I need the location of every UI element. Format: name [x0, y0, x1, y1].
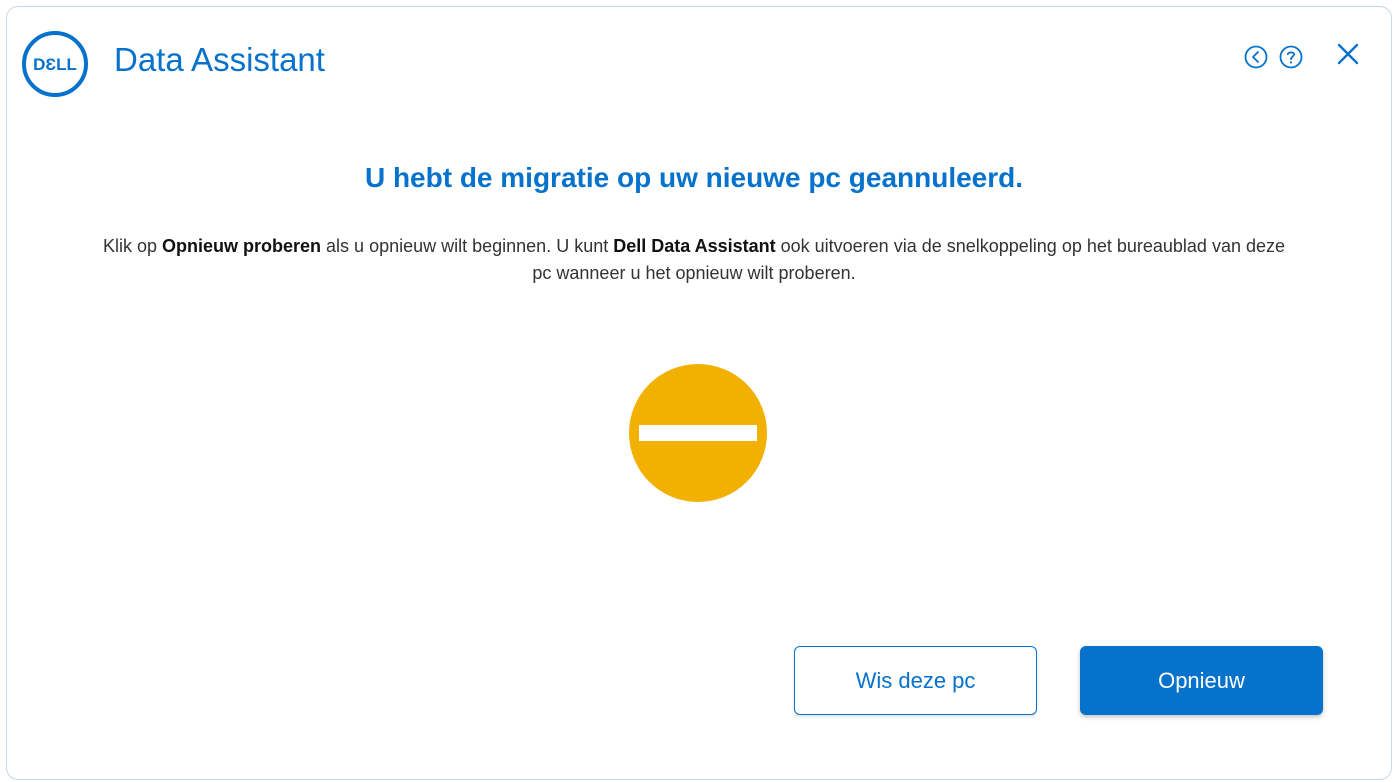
- description-part: als u opnieuw wilt beginnen. U kunt: [321, 236, 614, 256]
- close-icon[interactable]: [1334, 40, 1362, 68]
- app-title: Data Assistant: [114, 41, 325, 78]
- retry-button[interactable]: Opnieuw: [1080, 646, 1323, 715]
- page-heading: U hebt de migratie op uw nieuwe pc geann…: [364, 162, 1024, 193]
- svg-text:DƐLL: DƐLL: [33, 55, 77, 74]
- dell-logo: DƐLL: [22, 31, 88, 97]
- description-text: Klik op Opnieuw proberen als u opnieuw w…: [100, 233, 1288, 287]
- retry-emphasis: Opnieuw proberen: [162, 236, 322, 256]
- description-part: Klik op: [103, 236, 163, 256]
- app-name-emphasis: Dell Data Assistant: [613, 236, 776, 256]
- wipe-pc-button[interactable]: Wis deze pc: [794, 646, 1037, 715]
- help-circle-icon[interactable]: [1278, 44, 1304, 70]
- back-circle-icon[interactable]: [1243, 44, 1269, 70]
- cancel-minus-icon: [629, 364, 767, 502]
